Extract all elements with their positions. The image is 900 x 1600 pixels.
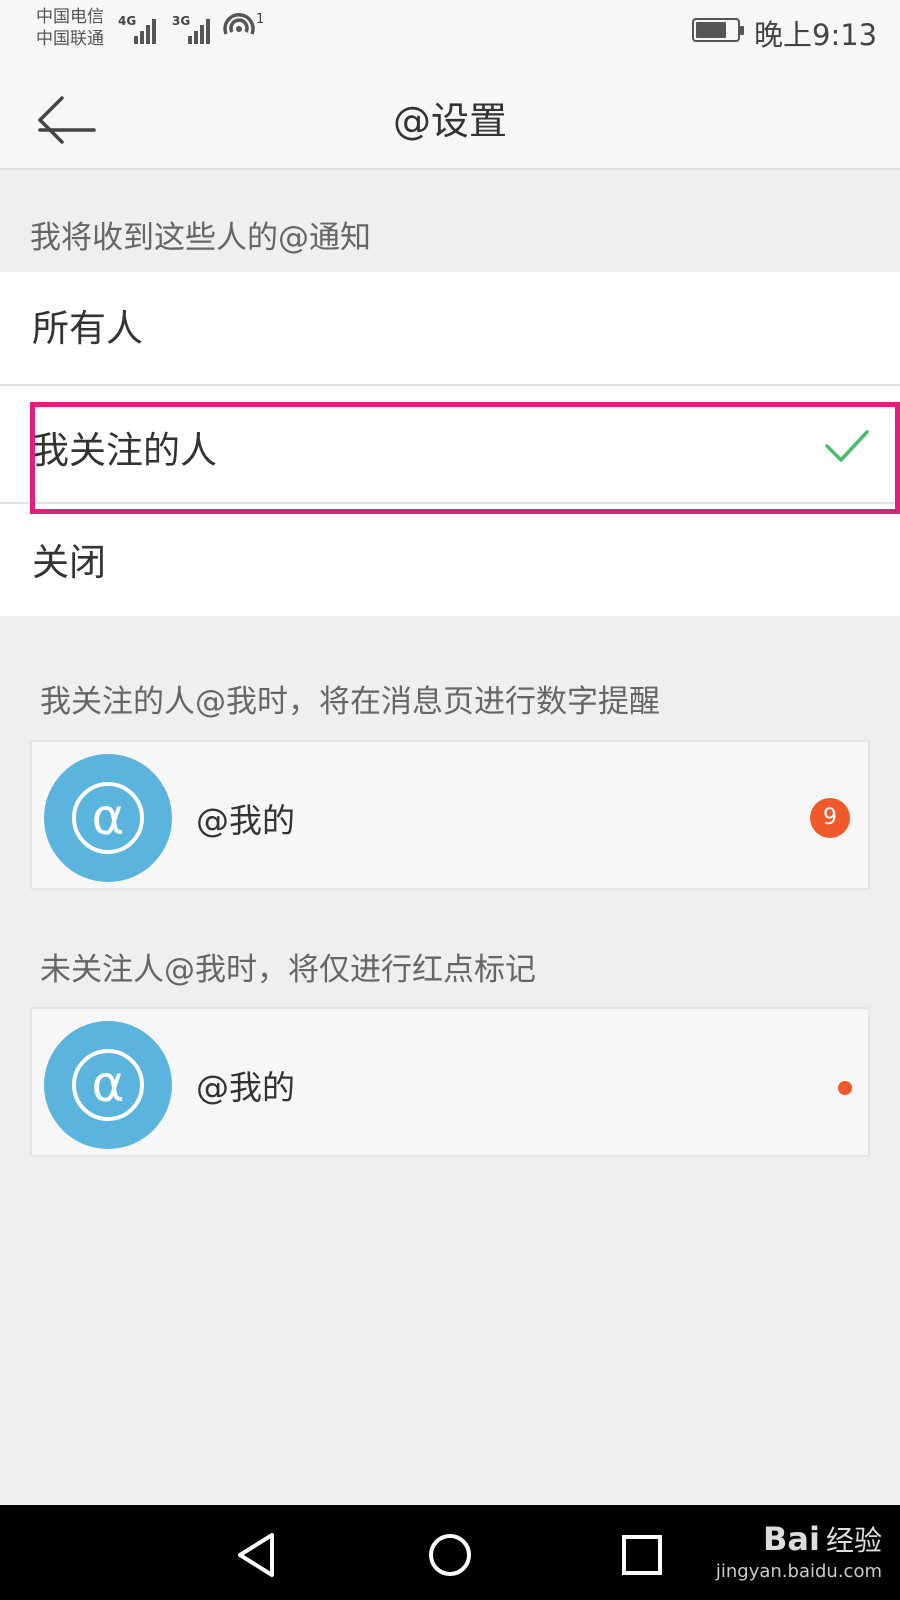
option-label: 所有人 [32,307,143,350]
nav-recents-button[interactable] [612,1525,672,1585]
notify-section-label: 我将收到这些人的@通知 [30,220,371,256]
carrier-2: 中国联通 [36,29,104,49]
circle-home-icon [429,1534,471,1576]
svg-text:α: α [92,1055,125,1113]
watermark-brand-cn: 经验 [825,1524,882,1557]
hotspot-count: 1 [256,12,265,27]
option-label: 关闭 [32,541,106,584]
option-off[interactable]: 关闭 [0,504,900,616]
svg-text:α: α [92,788,125,846]
carrier-1: 中国电信 [36,7,104,27]
watermark-url: jingyan.baidu.com [715,1561,882,1582]
card-label: @我的 [196,1068,295,1107]
square-recents-icon [622,1535,662,1575]
watermark-brand: Bai [763,1520,820,1558]
highlight-box [30,402,900,514]
triangle-back-icon [238,1533,274,1577]
followed-preview-card: α @我的 9 [30,740,870,890]
option-everyone[interactable]: 所有人 [0,272,900,384]
system-nav-bar: Bai 经验 jingyan.baidu.com [0,1505,900,1600]
red-dot [838,1081,852,1095]
count-badge: 9 [810,798,850,838]
carrier-names: 中国电信 中国联通 [36,6,104,50]
card-label: @我的 [196,801,295,840]
battery-level [696,22,726,38]
baidu-watermark-logo: Bai 经验 jingyan.baidu.com [702,1519,882,1589]
hotspot-icon: 1 [222,12,265,42]
at-avatar-icon: α [44,754,172,882]
at-avatar-icon: α [44,1021,172,1149]
followed-description: 我关注的人@我时，将在消息页进行数字提醒 [40,684,660,720]
unfollowed-description: 未关注人@我时，将仅进行红点标记 [40,952,536,988]
battery-icon [692,18,744,42]
unfollowed-preview-card: α @我的 [30,1007,870,1157]
title-bar: @设置 [0,64,900,170]
page-title: @设置 [392,99,507,143]
nav-home-button[interactable] [420,1525,480,1585]
nav-back-button[interactable] [228,1525,288,1585]
status-bar: 中国电信 中国联通 4G 3G 1 晚上9:13 [0,0,900,64]
clock: 晚上9:13 [754,18,878,52]
